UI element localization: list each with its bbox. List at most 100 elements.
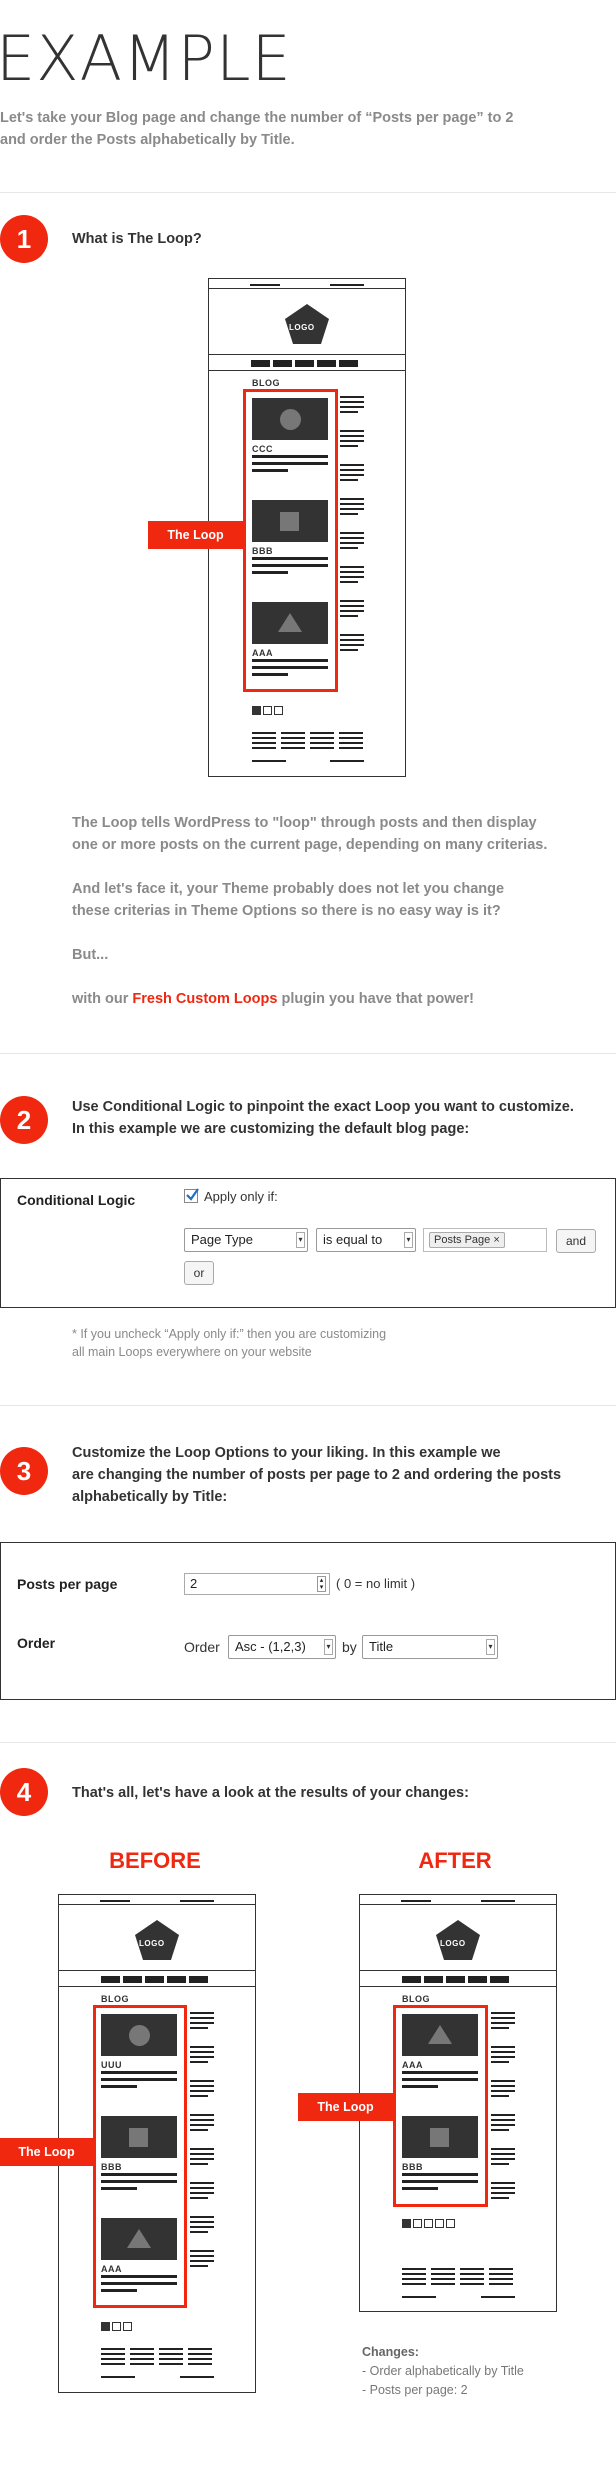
sidebar-line [190,2095,208,2097]
order-select[interactable]: Asc - (1,2,3) ▾ [228,1635,336,1659]
sidebar-line [190,2226,214,2228]
divider [0,1742,616,1743]
operator-select[interactable]: is equal to ▾ [316,1228,416,1252]
sidebar-line [190,2027,208,2029]
footer-line [188,2353,212,2355]
footer-line [130,2358,154,2360]
sidebar-line [340,445,358,447]
posts-per-page-input[interactable]: 2 ▴ ▾ [184,1573,330,1595]
sidebar-line [491,2158,515,2160]
footer-line [101,2363,125,2365]
sidebar-line [491,2027,509,2029]
sidebar-line [190,2158,214,2160]
and-button[interactable]: and [556,1229,596,1253]
sidebar-line [340,566,364,568]
sidebar-line [340,406,364,408]
changes-summary: Changes: - Order alphabetically by Title… [362,2345,524,2397]
footer-line [101,2348,125,2350]
or-button[interactable]: or [184,1261,214,1285]
value-token[interactable]: Posts Page × [429,1232,505,1248]
step-3-heading: Customize the Loop Options to your likin… [72,1445,562,1505]
footer-line [402,2283,426,2285]
after-label: AFTER [418,1848,492,1873]
sidebar-line [340,513,358,515]
footer-line [460,2268,484,2270]
sidebar-line [340,600,364,602]
sidebar-line [340,644,364,646]
sidebar-line [491,2119,515,2121]
footer-line [489,2273,513,2275]
footer-line [460,2278,484,2280]
sidebar-line [340,430,364,432]
sidebar-line [190,2085,214,2087]
field-select[interactable]: Page Type ▾ [184,1228,308,1252]
sidebar-line [190,2153,214,2155]
orderby-select[interactable]: Title ▾ [362,1635,498,1659]
sidebar-line [340,401,364,403]
sidebar-line [340,532,364,534]
wireframe-main: LOGO BLOG CCC BBB AAA The Loop [148,276,414,781]
sidebar-line [491,2192,515,2194]
sidebar-line [340,639,364,641]
sidebar-line [340,469,364,471]
conditional-logic-label: Conditional Logic [17,1192,136,1208]
footer-line [339,747,363,749]
sidebar-line [190,2265,208,2267]
remove-token-icon[interactable]: × [493,1234,499,1246]
footer-line [159,2353,183,2355]
footer-line [159,2348,183,2350]
sidebar-line [491,2056,515,2058]
stepper-icon[interactable]: ▴ ▾ [317,1576,326,1592]
sidebar-line [190,2056,214,2058]
checkmark-icon [186,1188,199,1201]
footer-line [460,2273,484,2275]
footer-line [310,747,334,749]
sidebar-line [340,615,358,617]
footer-line [101,2353,125,2355]
posts-per-page-label: Posts per page [17,1576,118,1592]
footer-line [339,742,363,744]
sidebar-line [491,2187,515,2189]
loop-highlight [93,2005,187,2308]
value-token-field[interactable]: Posts Page × [423,1228,547,1252]
sidebar-line [491,2022,515,2024]
sidebar-line [491,2012,515,2014]
footer-line [130,2363,154,2365]
footer-line [159,2363,183,2365]
sidebar-line [190,2187,214,2189]
sidebar-line [491,2124,515,2126]
footer-line [402,2268,426,2270]
sidebar-line [190,2090,214,2092]
sidebar-line [340,435,364,437]
footer-line [188,2348,212,2350]
sidebar-line [491,2061,509,2063]
uncheck-note: * If you uncheck “Apply only if:” then y… [72,1327,387,1359]
sidebar-line [340,396,364,398]
sidebar-line [340,474,364,476]
sidebar-line [340,571,364,573]
footer-line [489,2278,513,2280]
sidebar-line [340,649,358,651]
apply-only-if-checkbox[interactable] [184,1188,199,1203]
loop-tag: The Loop [0,2138,93,2166]
sidebar-line [491,2085,515,2087]
sidebar-line [190,2046,214,2048]
footer-line [310,732,334,734]
sidebar-line [340,610,364,612]
sidebar-line [491,2197,509,2199]
plugin-link[interactable]: Fresh Custom Loops [132,991,277,1007]
footer-line [431,2268,455,2270]
step-2-badge: 2 [0,1096,48,1144]
sidebar-line [190,2061,208,2063]
footer-line [188,2363,212,2365]
footer-line [489,2268,513,2270]
sidebar-line [491,2153,515,2155]
by-label: by [342,1639,357,1655]
chevron-down-icon: ▾ [404,1232,413,1248]
sidebar-line [190,2216,214,2218]
footer-line [130,2353,154,2355]
plugin-pitch: with our Fresh Custom Loops plugin you h… [72,991,475,1007]
divider [0,192,616,193]
chevron-down-icon: ▾ [486,1639,495,1655]
sidebar-line [190,2255,214,2257]
